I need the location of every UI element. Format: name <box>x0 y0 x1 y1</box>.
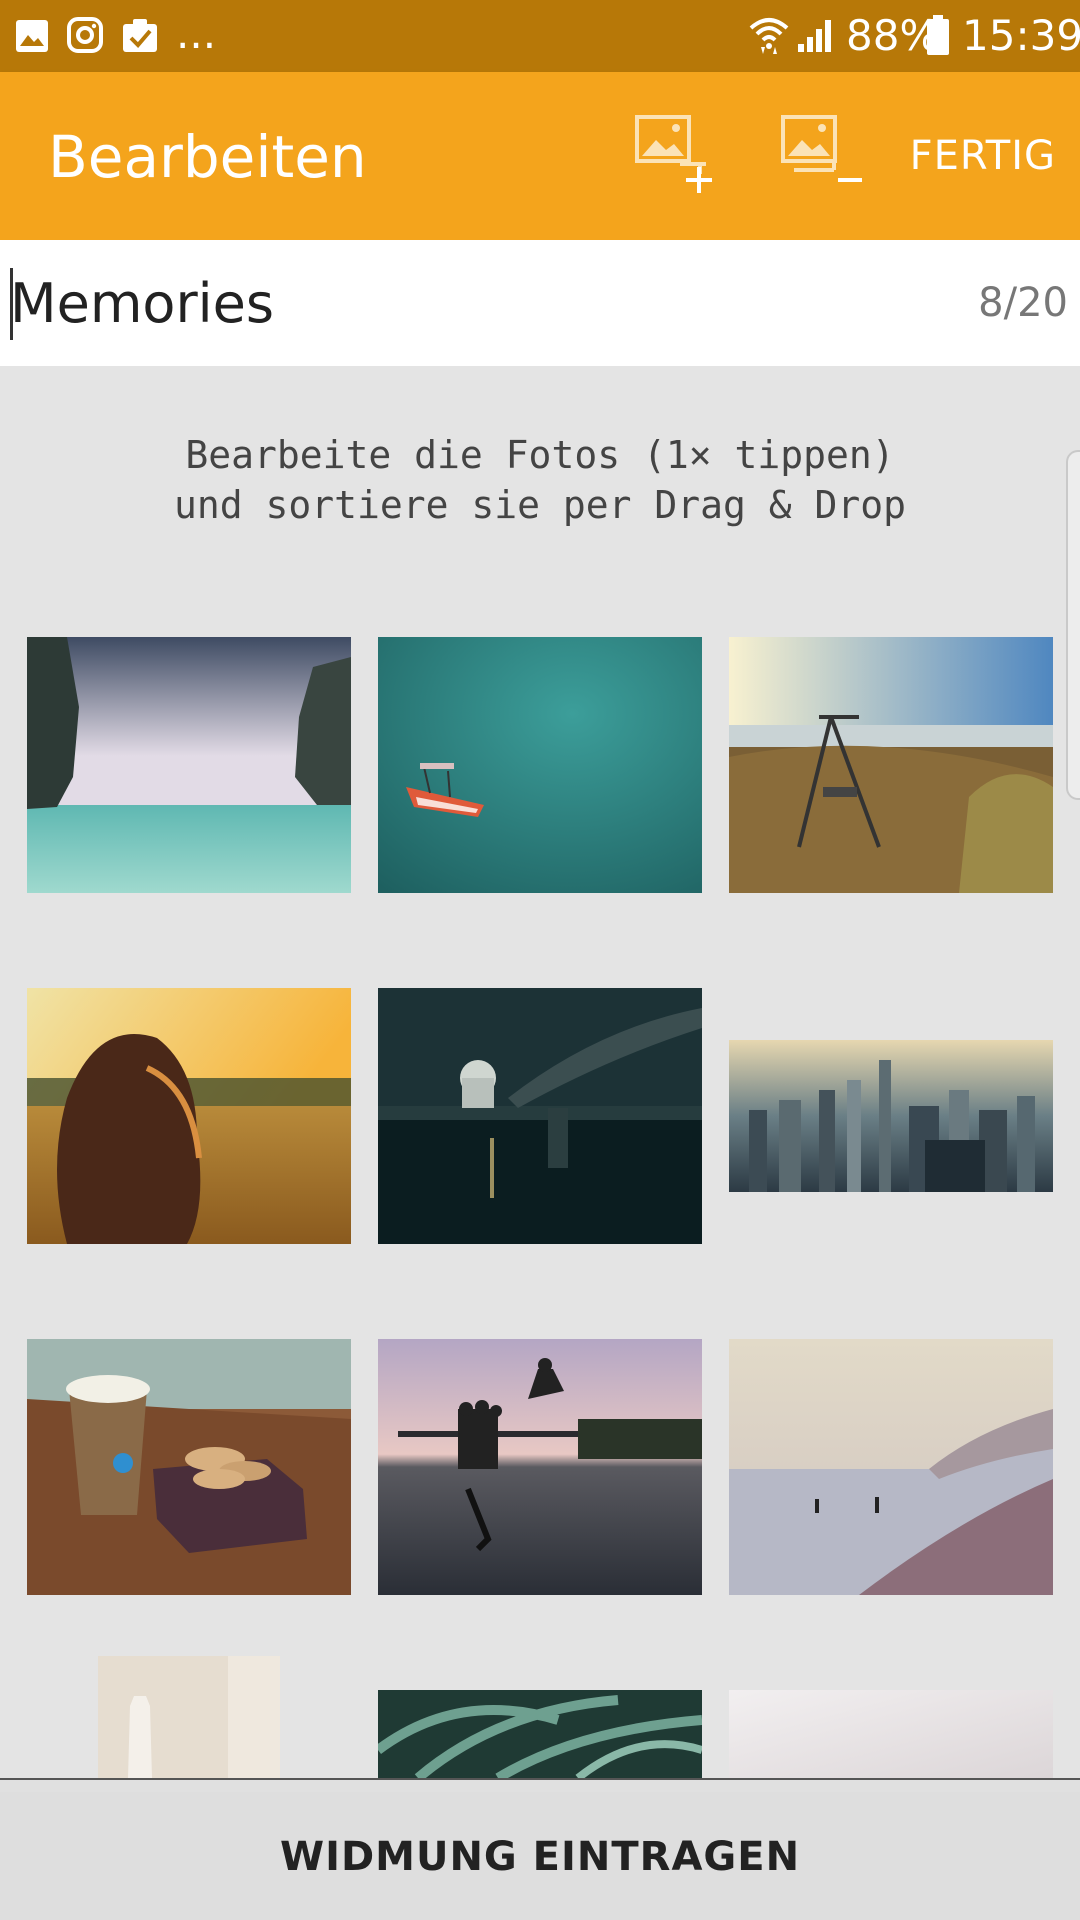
dedication-button[interactable]: WIDMUNG EINTRAGEN <box>0 1792 1080 1920</box>
photo-thumbnail[interactable] <box>378 1690 702 1778</box>
dedication-button-label: WIDMUNG EINTRAGEN <box>279 1834 801 1880</box>
photo-grid[interactable]: Bearbeite die Fotos (1× tippen) und sort… <box>0 366 1080 1778</box>
photo-thumbnail[interactable] <box>98 1656 280 1778</box>
photo-thumbnail[interactable] <box>27 1339 351 1595</box>
photo-thumbnail[interactable] <box>729 1339 1053 1595</box>
battery-icon <box>927 15 949 55</box>
title-row: 8/20 <box>0 240 1080 366</box>
bottom-bar: WIDMUNG EINTRAGEN <box>0 1778 1080 1920</box>
photo-thumbnail[interactable] <box>729 1040 1053 1192</box>
gallery-icon <box>16 20 48 52</box>
photo-thumbnail[interactable] <box>27 988 351 1244</box>
instruction-line-2: und sortiere sie per Drag & Drop <box>173 483 907 527</box>
status-overflow: ... <box>176 9 217 58</box>
instruction-text: Bearbeite die Fotos (1× tippen) und sort… <box>0 430 1080 530</box>
clipboard-check-icon <box>123 19 157 52</box>
text-cursor <box>10 268 13 340</box>
album-title-input[interactable] <box>10 270 950 336</box>
app-bar: Bearbeiten FERTIG <box>0 72 1080 240</box>
status-bar: ... 88% 15:39 <box>0 0 1080 72</box>
photo-thumbnail[interactable] <box>378 988 702 1244</box>
photo-thumbnail[interactable] <box>729 637 1053 893</box>
add-photo-icon[interactable] <box>634 114 720 200</box>
instagram-icon <box>67 17 103 53</box>
photo-thumbnail[interactable] <box>378 637 702 893</box>
character-counter: 8/20 <box>978 280 1068 326</box>
signal-icon <box>798 20 831 52</box>
photo-thumbnail[interactable] <box>27 637 351 893</box>
page-title: Bearbeiten <box>48 123 367 191</box>
photo-thumbnail[interactable] <box>729 1690 1053 1778</box>
remove-photo-icon[interactable] <box>780 114 866 200</box>
wifi-icon <box>749 18 789 54</box>
instruction-line-1: Bearbeite die Fotos (1× tippen) <box>185 433 895 477</box>
scroll-indicator[interactable] <box>1066 450 1080 800</box>
done-button[interactable]: FERTIG <box>910 132 1056 180</box>
photo-thumbnail[interactable] <box>378 1339 702 1595</box>
clock: 15:39 <box>962 11 1080 60</box>
